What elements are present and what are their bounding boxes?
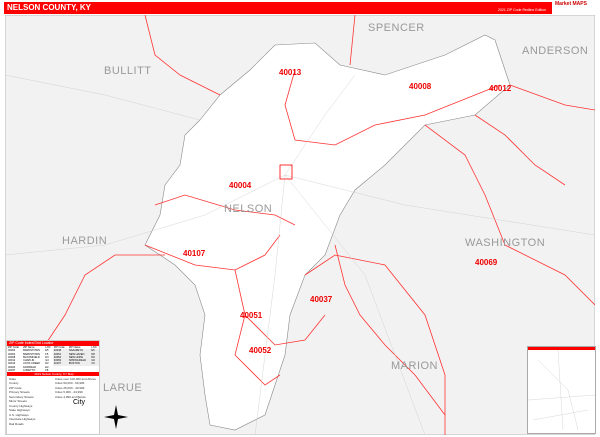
inset-streets (527, 349, 596, 431)
zip-label[interactable]: 40004 (229, 181, 251, 190)
inset-map[interactable] (527, 346, 596, 434)
zip-label[interactable]: 40037 (310, 295, 332, 304)
zip-index-table: ZIP Code ZIP Name LOC ZIP Code ZIP Name LOC 40… (7, 346, 99, 372)
legend: ZIP Code Index/Grid Locator ZIP Code ZIP … (6, 340, 100, 435)
edition-label: 2021 ZIP Code Redline Edition (498, 8, 546, 12)
logo: Market MAPS (555, 1, 587, 7)
city-glyph: City (73, 398, 86, 406)
county-label-bullitt: BULLITT (104, 65, 152, 77)
compass-rose-icon (104, 405, 128, 429)
zip-label[interactable]: 40069 (475, 258, 497, 267)
map-title: NELSON COUNTY, KY (7, 3, 92, 12)
zip-label[interactable]: 40008 (409, 82, 431, 91)
county-label-nelson: NELSON (224, 203, 273, 215)
zip-label[interactable]: 40051 (240, 311, 262, 320)
county-label-washington: WASHINGTON (465, 237, 546, 249)
county-label-larue: LARUE (103, 382, 143, 394)
county-label-marion: MARION (391, 360, 438, 372)
county-label-anderson: ANDERSON (522, 45, 589, 57)
county-label-spencer: SPENCER (368, 22, 425, 34)
zip-label[interactable]: 40012 (489, 84, 511, 93)
county-label-hardin: HARDIN (62, 235, 108, 247)
zip-label[interactable]: 40013 (279, 68, 301, 77)
zip-label[interactable]: 40107 (183, 249, 205, 258)
zip-label[interactable]: 40052 (249, 346, 271, 355)
legend-item: Rail Roads (9, 421, 24, 426)
header-bar: NELSON COUNTY, KY 2021 ZIP Code Redline … (4, 2, 552, 14)
